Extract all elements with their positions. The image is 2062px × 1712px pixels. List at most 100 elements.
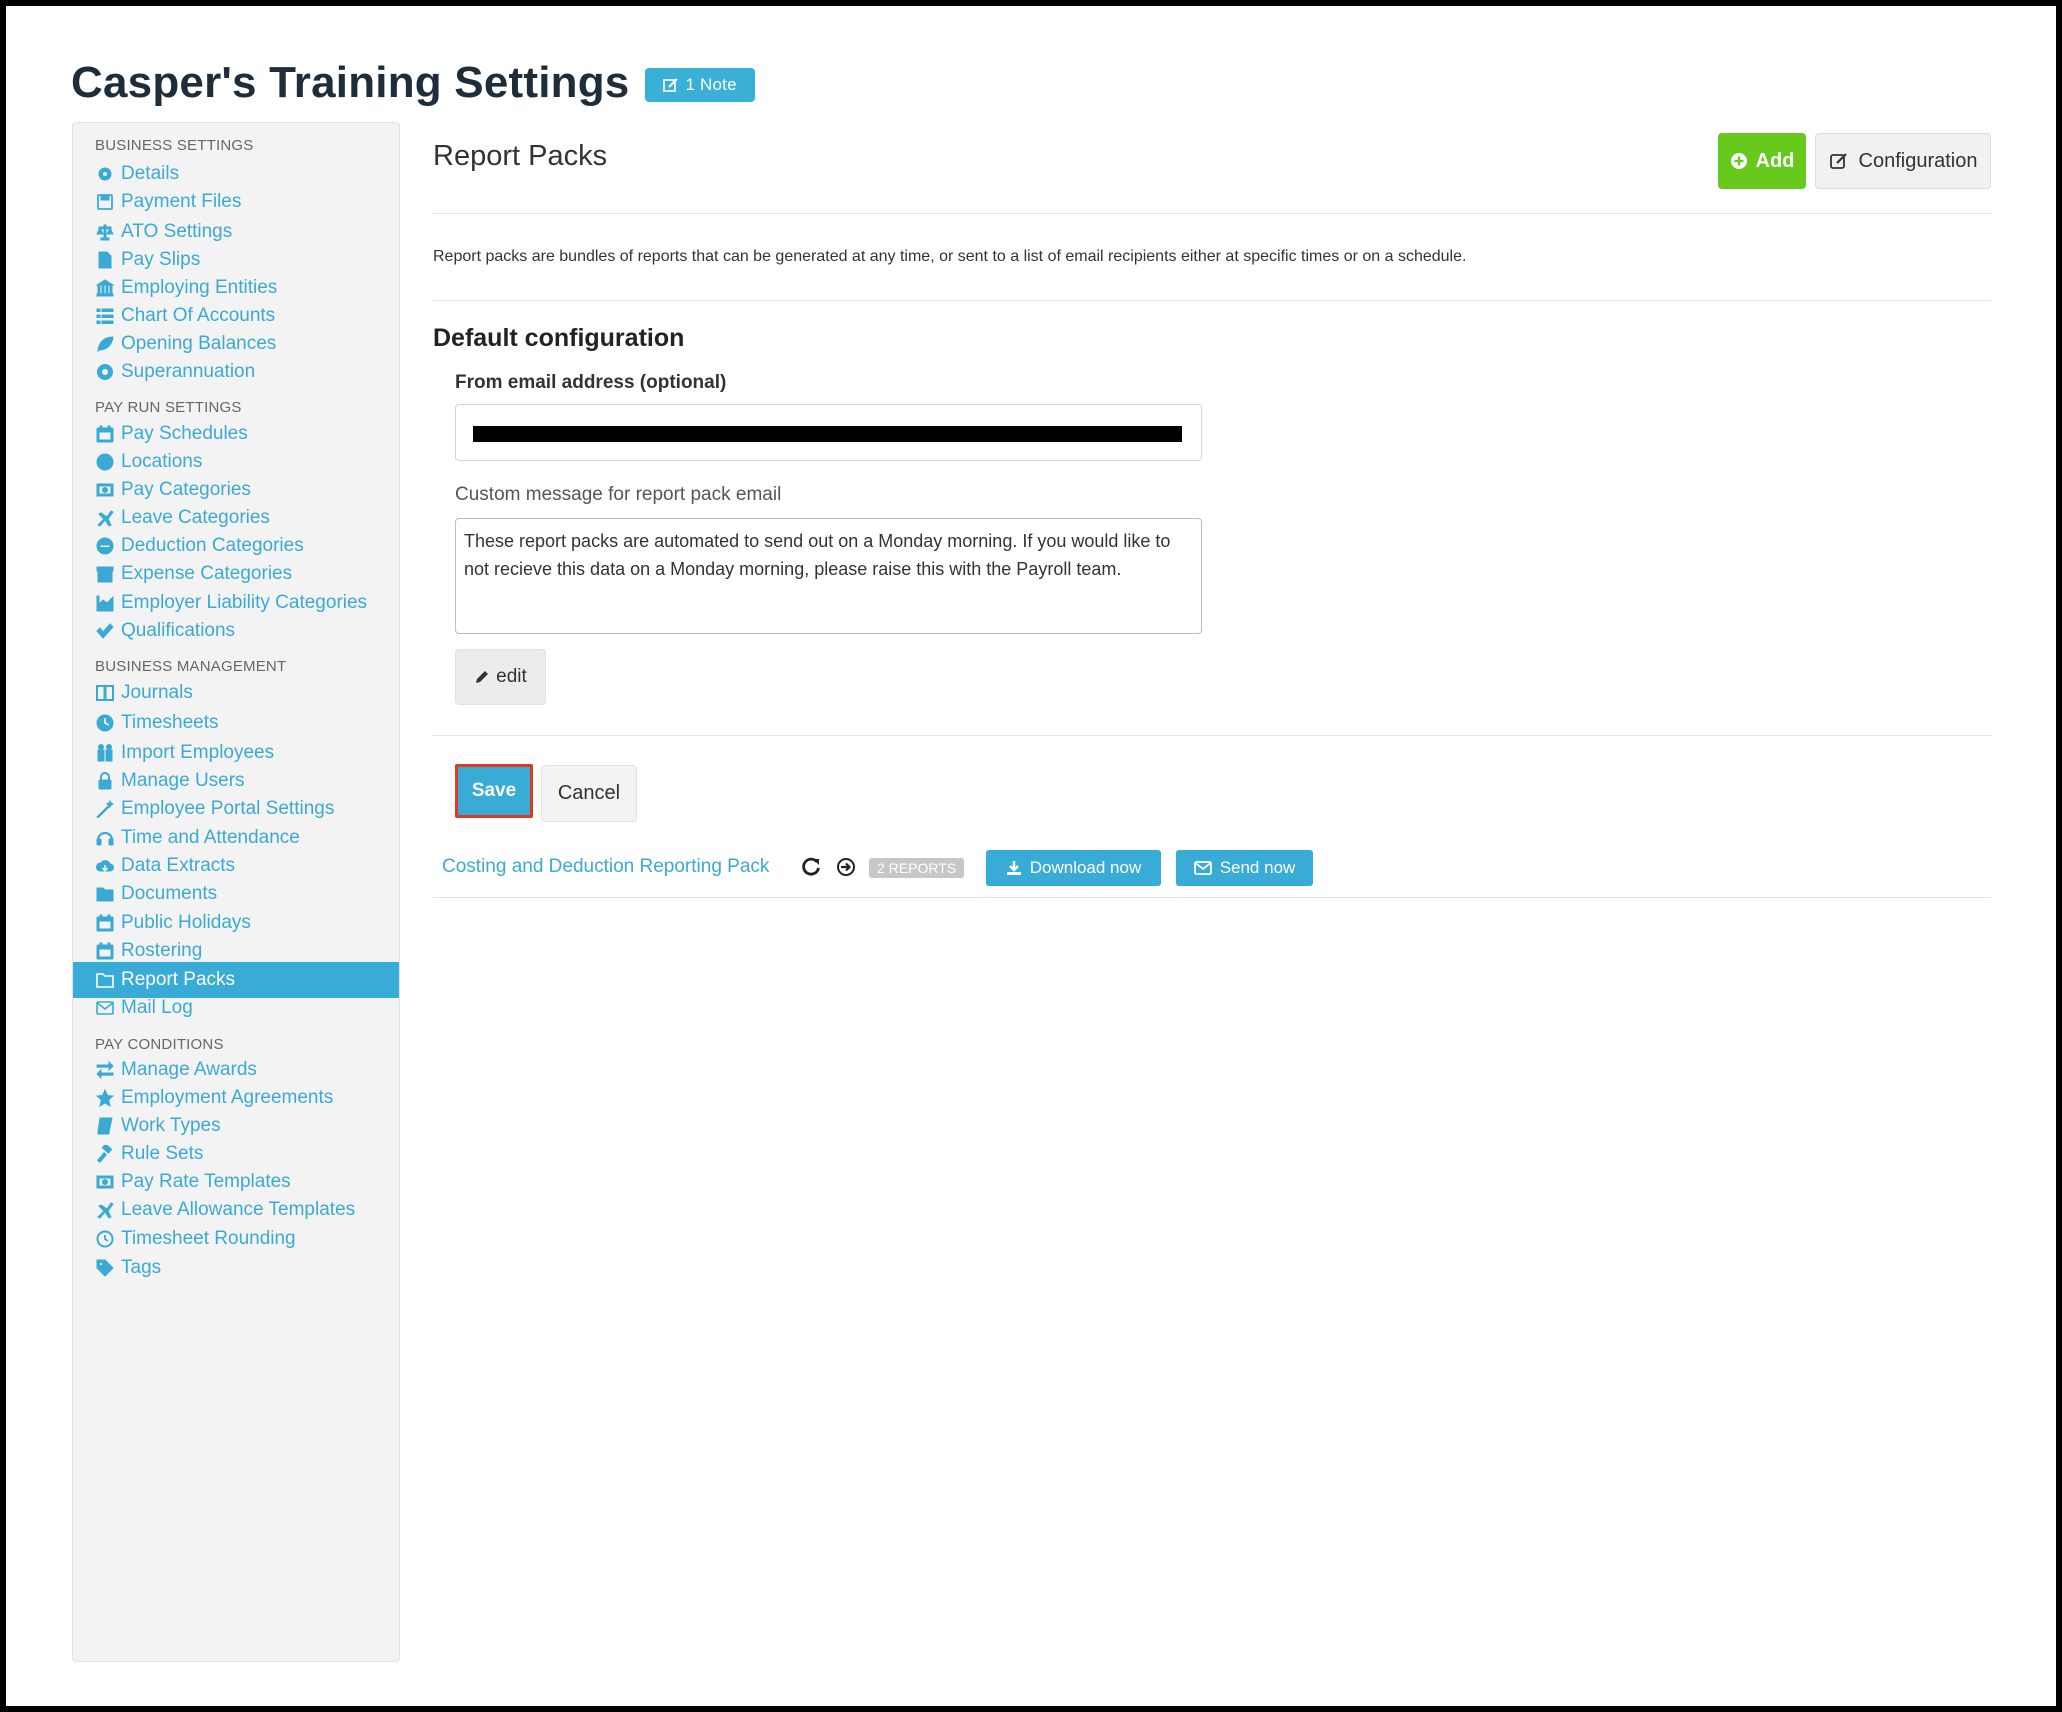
sidebar-item-label: Work Types bbox=[121, 1115, 221, 1136]
divider bbox=[433, 735, 1991, 736]
users-icon bbox=[95, 743, 115, 763]
book-icon bbox=[95, 1116, 115, 1136]
sidebar-item-label: Mail Log bbox=[121, 997, 193, 1018]
page-title-text: Casper's Training Settings bbox=[71, 58, 630, 107]
lock-icon bbox=[95, 771, 115, 791]
sidebar-item-label: Qualifications bbox=[121, 620, 236, 641]
life-ring-icon bbox=[95, 362, 115, 382]
sidebar-item-label: Journals bbox=[121, 682, 193, 703]
floppy-icon bbox=[95, 192, 115, 212]
sidebar-item-label: Pay Rate Templates bbox=[121, 1171, 291, 1192]
list-icon bbox=[95, 306, 115, 326]
sidebar-item-label: Payment Files bbox=[121, 191, 242, 212]
refresh-icon[interactable] bbox=[800, 856, 822, 878]
sidebar-item-qualifications[interactable]: Qualifications bbox=[73, 613, 399, 649]
sidebar-item-label: Manage Awards bbox=[121, 1059, 257, 1080]
gear-icon bbox=[95, 164, 115, 184]
calendar-icon bbox=[95, 941, 115, 961]
edit-icon bbox=[1829, 153, 1847, 169]
sidebar-item-label: Employment Agreements bbox=[121, 1087, 334, 1108]
sidebar-section-header: PAY CONDITIONS bbox=[95, 1036, 224, 1053]
sidebar-item-label: Deduction Categories bbox=[121, 535, 304, 556]
sidebar-section-header: PAY RUN SETTINGS bbox=[95, 399, 242, 416]
sidebar-section-header: BUSINESS MANAGEMENT bbox=[95, 658, 287, 675]
sidebar-item-label: Details bbox=[121, 163, 180, 184]
sidebar-item-mail-log[interactable]: Mail Log bbox=[73, 990, 399, 1026]
sidebar-item-label: Timesheet Rounding bbox=[121, 1228, 296, 1249]
report-pack-link[interactable]: Costing and Deduction Reporting Pack bbox=[442, 856, 769, 878]
envelope-icon bbox=[1193, 861, 1212, 875]
sidebar-item-label: Chart Of Accounts bbox=[121, 305, 276, 326]
gavel-icon bbox=[95, 1144, 115, 1164]
note-badge[interactable]: 1 Note bbox=[645, 68, 755, 102]
configuration-button[interactable]: Configuration bbox=[1815, 133, 1991, 189]
default-config-heading: Default configuration bbox=[433, 324, 685, 352]
cloud-download-icon bbox=[95, 856, 115, 876]
sidebar-item-label: Superannuation bbox=[121, 361, 256, 382]
plus-circle-icon bbox=[1730, 153, 1747, 169]
divider bbox=[433, 213, 1991, 214]
divider bbox=[433, 897, 1991, 898]
magic-wand-icon bbox=[95, 799, 115, 819]
check-icon bbox=[95, 621, 115, 641]
headset-icon bbox=[95, 828, 115, 848]
sidebar-item-label: Documents bbox=[121, 883, 218, 904]
folder-open-icon bbox=[95, 970, 115, 990]
arrow-circle-right-icon[interactable] bbox=[836, 857, 856, 877]
from-email-label: From email address (optional) bbox=[455, 372, 727, 393]
configuration-button-label: Configuration bbox=[1858, 149, 1978, 172]
send-now-button[interactable]: Send now bbox=[1176, 850, 1313, 886]
bank-icon bbox=[95, 278, 115, 298]
sidebar-item-label: Pay Categories bbox=[121, 479, 251, 500]
calendar-icon bbox=[95, 424, 115, 444]
sidebar-item-label: Pay Slips bbox=[121, 249, 201, 270]
sidebar-item-label: Timesheets bbox=[121, 712, 219, 733]
edit-button[interactable]: edit bbox=[455, 649, 546, 705]
scales-icon bbox=[95, 222, 115, 242]
custom-message-textarea[interactable]: These report packs are automated to send… bbox=[455, 518, 1202, 634]
sidebar-item-label: Manage Users bbox=[121, 770, 245, 791]
edit-note-icon bbox=[663, 78, 679, 92]
globe-icon bbox=[95, 452, 115, 472]
app-window: Casper's Training Settings 1 Note BUSINE… bbox=[6, 6, 2056, 1706]
page-title: Casper's Training Settings 1 Note bbox=[71, 58, 755, 108]
sidebar-item-label: Report Packs bbox=[121, 969, 236, 990]
custom-message-label: Custom message for report pack email bbox=[455, 484, 782, 505]
edit-button-label: edit bbox=[496, 666, 527, 687]
clock-icon bbox=[95, 713, 115, 733]
sidebar-item-label: Rostering bbox=[121, 940, 203, 961]
sidebar-item-label: Time and Attendance bbox=[121, 827, 300, 848]
sidebar-item-label: Expense Categories bbox=[121, 563, 293, 584]
note-badge-label: 1 Note bbox=[685, 75, 737, 94]
divider bbox=[433, 300, 1991, 301]
sidebar-item-label: Public Holidays bbox=[121, 912, 251, 933]
tag-icon bbox=[95, 1258, 115, 1278]
sidebar-item-superannuation[interactable]: Superannuation bbox=[73, 354, 399, 390]
save-button[interactable]: Save bbox=[455, 764, 533, 818]
money-icon bbox=[95, 1172, 115, 1192]
download-now-label: Download now bbox=[1029, 858, 1142, 877]
pencil-icon bbox=[476, 671, 489, 683]
sidebar-item-label: Leave Allowance Templates bbox=[121, 1199, 356, 1220]
envelope-icon bbox=[95, 998, 115, 1018]
file-icon bbox=[95, 250, 115, 270]
section-title: Report Packs bbox=[433, 140, 608, 172]
sidebar-section-header: BUSINESS SETTINGS bbox=[95, 137, 254, 154]
clock-outline-icon bbox=[95, 1229, 115, 1249]
columns-icon bbox=[95, 683, 115, 703]
archive-icon bbox=[95, 564, 115, 584]
plane-icon bbox=[95, 508, 115, 528]
plane-icon bbox=[95, 1200, 115, 1220]
redacted-email bbox=[473, 426, 1182, 442]
area-chart-icon bbox=[95, 593, 115, 613]
folder-icon bbox=[95, 884, 115, 904]
sidebar-item-label: Import Employees bbox=[121, 742, 275, 763]
sidebar-item-label: Data Extracts bbox=[121, 855, 236, 876]
download-now-button[interactable]: Download now bbox=[986, 850, 1161, 886]
sidebar-item-tags[interactable]: Tags bbox=[73, 1250, 399, 1286]
sidebar-item-label: Tags bbox=[121, 1257, 162, 1278]
from-email-field[interactable] bbox=[455, 404, 1202, 461]
add-button[interactable]: Add bbox=[1718, 133, 1806, 189]
cancel-button[interactable]: Cancel bbox=[541, 765, 637, 822]
report-pack-row: Costing and Deduction Reporting Pack 2 R… bbox=[442, 850, 1991, 886]
